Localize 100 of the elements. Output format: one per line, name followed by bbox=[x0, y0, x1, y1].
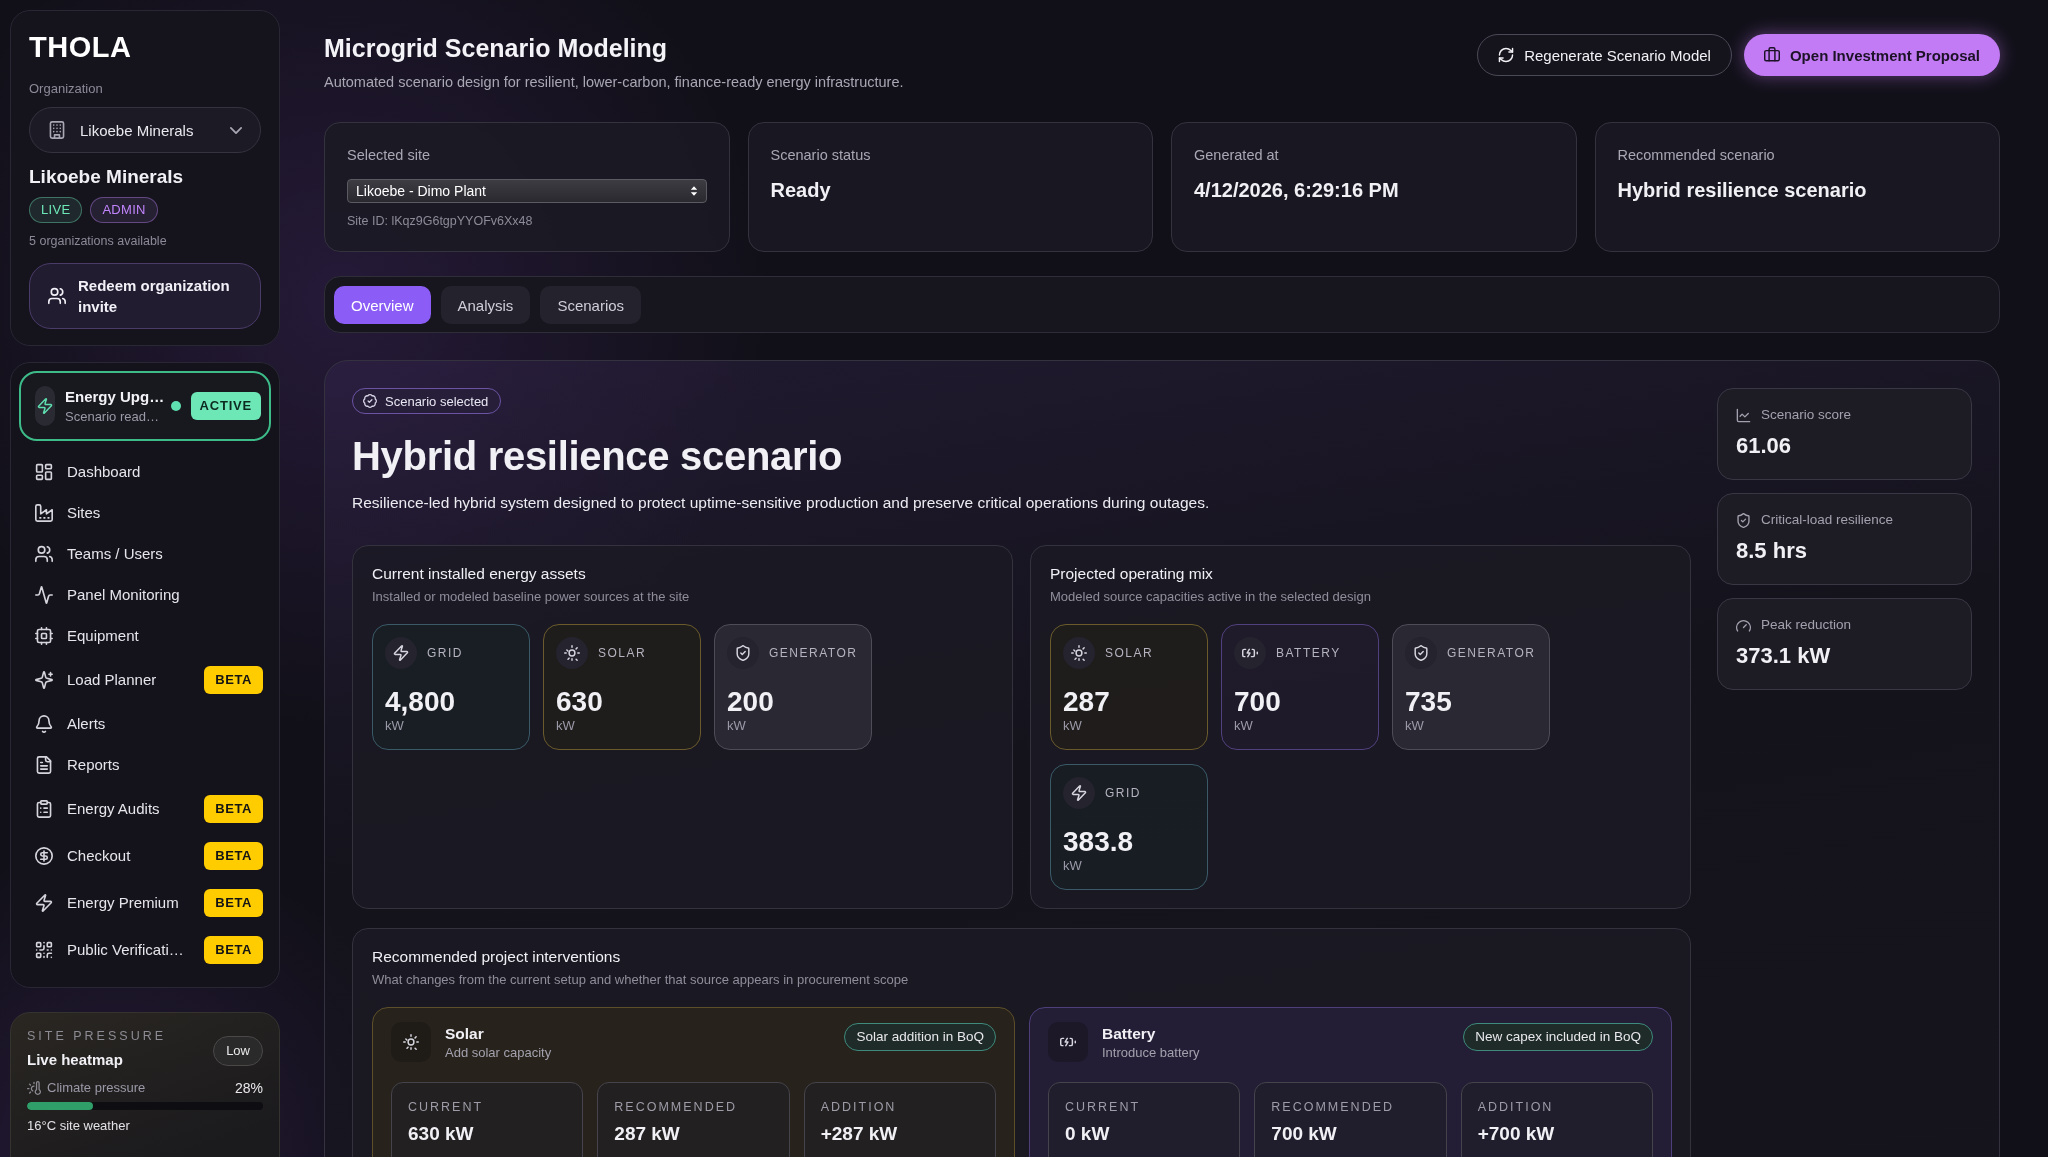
check-badge-icon bbox=[363, 394, 377, 408]
status-dot-icon bbox=[170, 401, 181, 411]
briefcase-icon bbox=[1763, 47, 1780, 63]
intervention-subtitle: Introduce battery bbox=[1102, 1043, 1200, 1061]
nav-item[interactable]: Teams / Users bbox=[19, 533, 271, 574]
weather-note: 16°C site weather bbox=[27, 1118, 130, 1134]
nav-item[interactable]: Energy Premium BETA bbox=[19, 879, 271, 926]
battery-icon bbox=[1048, 1022, 1088, 1062]
nav-item[interactable]: Equipment bbox=[19, 615, 271, 656]
users-icon bbox=[48, 287, 66, 305]
asset-unit: kW bbox=[556, 718, 575, 734]
intervention-name: Solar bbox=[445, 1023, 484, 1044]
asset-label: SOLAR bbox=[1105, 646, 1154, 660]
metric-value: 8.5 hrs bbox=[1736, 537, 1807, 565]
asset-label: GRID bbox=[427, 646, 463, 660]
dollar-coin-icon bbox=[35, 846, 53, 865]
figure-value: 0 kW bbox=[1065, 1122, 1110, 1146]
regenerate-button[interactable]: Regenerate Scenario Model bbox=[1477, 34, 1732, 76]
qr-code-icon bbox=[35, 940, 53, 959]
scenario-description: Resilience-led hybrid system designed to protect uptime-sensitive production and preserve critical operations during outages. bbox=[352, 493, 1210, 513]
metric-label: Scenario score bbox=[1761, 406, 1852, 424]
beta-badge: BETA bbox=[204, 888, 263, 917]
lightning-icon bbox=[35, 893, 53, 912]
lightning-icon bbox=[1063, 777, 1095, 809]
figure-label: CURRENT bbox=[1065, 1099, 1141, 1115]
tab[interactable]: Scenarios bbox=[540, 286, 642, 324]
page-title: Microgrid Scenario Modeling bbox=[324, 33, 668, 64]
sun-icon bbox=[391, 1022, 431, 1062]
active-project-card[interactable]: Energy Upg… Scenario read… ACTIVE bbox=[19, 371, 271, 441]
thermometer-icon bbox=[27, 1081, 41, 1095]
figure-label: CURRENT bbox=[408, 1099, 484, 1115]
nav-item[interactable]: Alerts bbox=[19, 703, 271, 744]
document-icon bbox=[35, 755, 53, 774]
card-label: Scenario status bbox=[770, 146, 871, 164]
asset-label: GENERATOR bbox=[1447, 646, 1536, 660]
asset-unit: kW bbox=[1063, 858, 1082, 874]
nav-item[interactable]: Energy Audits BETA bbox=[19, 785, 271, 832]
sun-icon bbox=[556, 637, 588, 669]
boq-tag: Solar addition in BoQ bbox=[844, 1023, 996, 1051]
figure-label: RECOMMENDED bbox=[1271, 1099, 1395, 1115]
card-value: Hybrid resilience scenario bbox=[1617, 178, 1867, 203]
asset-label: GENERATOR bbox=[769, 646, 858, 660]
metric-label: Peak reduction bbox=[1761, 616, 1852, 634]
asset-value: 287 bbox=[1063, 686, 1110, 718]
sun-icon bbox=[1063, 637, 1095, 669]
nav-item[interactable]: Checkout BETA bbox=[19, 832, 271, 879]
tab[interactable]: Analysis bbox=[440, 286, 531, 324]
nav-item[interactable]: Panel Monitoring bbox=[19, 574, 271, 615]
line-chart-icon bbox=[1736, 407, 1751, 423]
nav-item[interactable]: Load Planner BETA bbox=[19, 656, 271, 703]
battery-icon bbox=[1234, 637, 1266, 669]
tab[interactable]: Overview bbox=[334, 286, 431, 324]
section-subtitle: What changes from the current setup and whether that source appears in procurement scope bbox=[372, 971, 909, 989]
asset-label: GRID bbox=[1105, 786, 1141, 800]
beta-badge: BETA bbox=[204, 935, 263, 964]
clipboard-icon bbox=[35, 799, 53, 818]
asset-unit: kW bbox=[1234, 718, 1253, 734]
nav-item[interactable]: Dashboard bbox=[19, 451, 271, 492]
page-subtitle: Automated scenario design for resilient, lower-carbon, finance-ready energy infrastructure. bbox=[324, 73, 904, 92]
figure-label: ADDITION bbox=[1477, 1099, 1554, 1115]
metric-value: 28% bbox=[234, 1080, 263, 1096]
pressure-rating-badge: Low bbox=[213, 1036, 263, 1066]
figure-label: ADDITION bbox=[820, 1099, 897, 1115]
redeem-invite-button[interactable]: Redeem organization invite bbox=[29, 263, 261, 329]
nav-item[interactable]: Sites bbox=[19, 492, 271, 533]
gauge-icon bbox=[1736, 617, 1751, 633]
section-title: Projected operating mix bbox=[1050, 564, 1213, 584]
brand-logo: THOLA bbox=[29, 31, 132, 63]
org-badge: ADMIN bbox=[90, 197, 158, 223]
refresh-icon bbox=[1498, 47, 1515, 63]
card-title: Live heatmap bbox=[27, 1050, 123, 1070]
site-id-text: Site ID: lKqz9G6tgpYYOFv6Xx48 bbox=[347, 213, 533, 229]
organization-count: 5 organizations available bbox=[29, 233, 167, 249]
card-label: Selected site bbox=[347, 146, 431, 164]
section-subtitle: Modeled source capacities active in the selected design bbox=[1050, 588, 1371, 606]
lightning-icon bbox=[385, 637, 417, 669]
field-label: Organization bbox=[29, 81, 103, 97]
nav-item[interactable]: Public Verificati… BETA bbox=[19, 926, 271, 973]
proposal-button[interactable]: Open Investment Proposal bbox=[1743, 34, 2000, 76]
card-value: 4/12/2026, 6:29:16 PM bbox=[1194, 178, 1399, 203]
dashboard-icon bbox=[35, 462, 53, 481]
section-eyebrow: SITE PRESSURE bbox=[27, 1028, 167, 1044]
figure-label: RECOMMENDED bbox=[614, 1099, 738, 1115]
metric-label: Climate pressure bbox=[47, 1080, 146, 1096]
section-title: Current installed energy assets bbox=[372, 564, 586, 584]
organization-dropdown[interactable]: Likoebe Minerals bbox=[29, 107, 261, 153]
boq-tag: New capex included in BoQ bbox=[1463, 1023, 1653, 1051]
asset-value: 200 bbox=[727, 686, 774, 718]
section-subtitle: Installed or modeled baseline power sources at the site bbox=[372, 588, 690, 606]
site-select[interactable]: Likoebe - Dimo Plant bbox=[347, 179, 707, 203]
sparkle-icon bbox=[35, 670, 53, 689]
asset-label: SOLAR bbox=[598, 646, 647, 660]
intervention-subtitle: Add solar capacity bbox=[445, 1043, 552, 1061]
figure-value: +700 kW bbox=[1477, 1122, 1555, 1146]
bell-icon bbox=[35, 714, 53, 733]
organization-name: Likoebe Minerals bbox=[29, 165, 184, 189]
metric-label: Critical-load resilience bbox=[1761, 511, 1894, 529]
card-value: Ready bbox=[770, 178, 831, 203]
building-icon bbox=[48, 121, 66, 139]
nav-item[interactable]: Reports bbox=[19, 744, 271, 785]
